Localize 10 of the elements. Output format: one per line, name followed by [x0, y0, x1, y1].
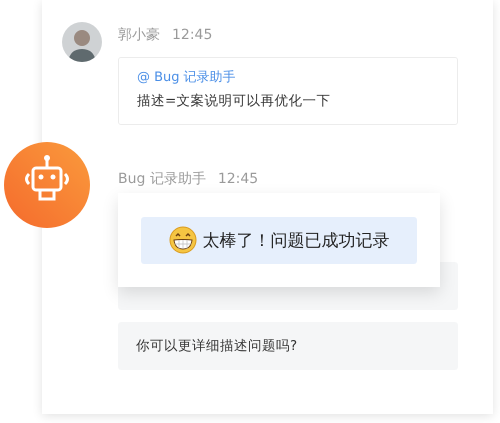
success-message: 太棒了！问题已成功记录: [202, 230, 390, 252]
grinning-emoji-icon: [168, 226, 196, 254]
message-time: 12:45: [218, 171, 258, 187]
message-time: 12:45: [172, 27, 212, 43]
avatar: [62, 22, 102, 62]
sender-name: Bug 记录助手: [118, 170, 206, 188]
mention-link[interactable]: @ Bug 记录助手: [137, 68, 439, 86]
sender-name: 郭小豪: [118, 26, 160, 44]
message-text: 你可以更详细描述问题吗?: [136, 337, 298, 355]
message-text: 描述=文案说明可以再优化一下: [137, 92, 332, 110]
